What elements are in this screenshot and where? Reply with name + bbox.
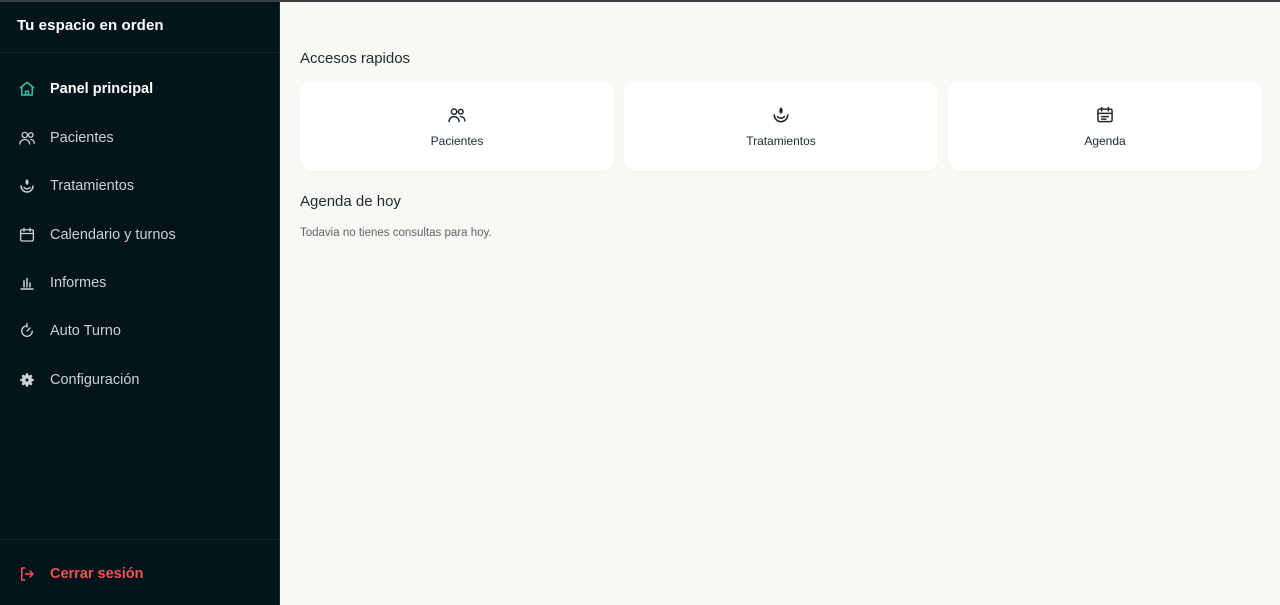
sidebar-item-panel-principal[interactable]: Panel principal xyxy=(0,69,280,109)
brand-divider xyxy=(0,52,280,53)
sidebar-item-label: Tratamientos xyxy=(50,178,135,194)
sidebar-item-label: Panel principal xyxy=(50,81,154,97)
sprout-icon xyxy=(17,176,37,196)
sidebar-item-label: Informes xyxy=(50,275,107,291)
quick-access-label: Tratamientos xyxy=(746,134,816,148)
quick-access-title: Accesos rapidos xyxy=(300,50,411,67)
users-icon xyxy=(300,104,614,126)
agenda-empty-message: Todavia no tienes consultas para hoy. xyxy=(300,227,492,239)
window-top-border xyxy=(0,0,1280,2)
sprout-icon xyxy=(624,104,938,126)
sidebar-item-informes[interactable]: Informes xyxy=(0,263,280,303)
refresh-icon xyxy=(17,321,37,341)
sidebar: Tu espacio en orden Panel principal Paci… xyxy=(0,0,280,605)
main-content: Accesos rapidos Pacientes Tratamientos A… xyxy=(281,2,1280,605)
quick-access-cards: Pacientes Tratamientos Agenda xyxy=(300,81,1262,171)
gear-icon xyxy=(17,370,37,390)
quick-access-card-pacientes[interactable]: Pacientes xyxy=(300,81,614,171)
bar-chart-icon xyxy=(17,273,37,293)
sidebar-bottom-divider xyxy=(0,539,280,540)
sidebar-item-label: Pacientes xyxy=(50,130,114,146)
logout-button[interactable]: Cerrar sesión xyxy=(0,554,280,594)
quick-access-card-tratamientos[interactable]: Tratamientos xyxy=(624,81,938,171)
calendar-icon xyxy=(17,225,37,245)
sidebar-item-tratamientos[interactable]: Tratamientos xyxy=(0,166,280,206)
agenda-title: Agenda de hoy xyxy=(300,193,401,210)
users-icon xyxy=(17,128,37,148)
sidebar-item-label: Calendario y turnos xyxy=(50,227,176,243)
logout-icon xyxy=(17,564,37,584)
brand-title: Tu espacio en orden xyxy=(17,17,164,34)
quick-access-card-agenda[interactable]: Agenda xyxy=(948,81,1262,171)
logout-label: Cerrar sesión xyxy=(50,566,144,582)
calendar-icon xyxy=(948,104,1262,126)
quick-access-label: Agenda xyxy=(1084,134,1126,148)
sidebar-item-label: Auto Turno xyxy=(50,323,121,339)
sidebar-item-label: Configuración xyxy=(50,372,140,388)
sidebar-item-calendario-y-turnos[interactable]: Calendario y turnos xyxy=(0,215,280,255)
sidebar-item-configuracion[interactable]: Configuración xyxy=(0,360,280,400)
sidebar-item-auto-turno[interactable]: Auto Turno xyxy=(0,311,280,351)
quick-access-label: Pacientes xyxy=(430,134,484,148)
home-icon xyxy=(17,79,37,99)
sidebar-item-pacientes[interactable]: Pacientes xyxy=(0,118,280,158)
